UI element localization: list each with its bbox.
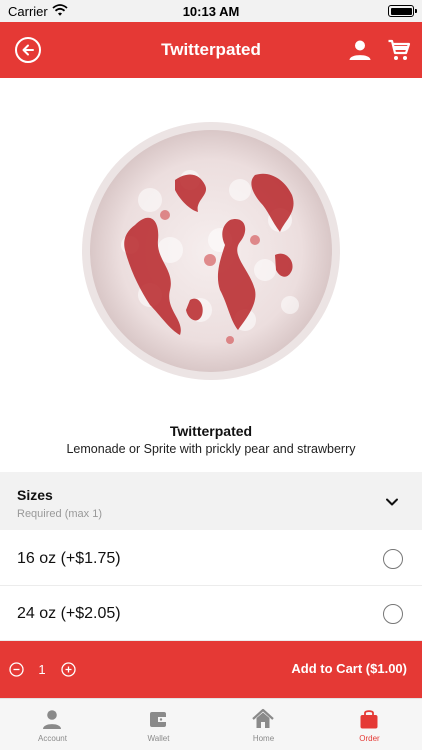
product-image bbox=[0, 78, 422, 423]
user-icon bbox=[349, 40, 371, 60]
cart-button[interactable] bbox=[387, 38, 411, 62]
clock: 10:13 AM bbox=[182, 4, 240, 19]
tab-bar: Account Wallet Home Order bbox=[0, 698, 422, 750]
bag-icon bbox=[360, 710, 378, 729]
size-option-label: 16 oz (+$1.75) bbox=[17, 550, 121, 567]
product-name: Twitterpated bbox=[169, 423, 253, 439]
home-icon bbox=[252, 708, 274, 728]
size-option-label: 24 oz (+$2.05) bbox=[17, 605, 121, 622]
size-radio[interactable] bbox=[383, 604, 403, 624]
sizes-label: Sizes bbox=[17, 487, 53, 503]
person-icon bbox=[43, 710, 61, 729]
wallet-icon bbox=[150, 712, 166, 727]
plus-icon[interactable] bbox=[61, 662, 76, 677]
app-header: Twitterpated bbox=[0, 22, 422, 78]
add-to-cart-button[interactable]: Add to Cart ($1.00) bbox=[291, 661, 407, 676]
status-bar: Carrier 10:13 AM bbox=[0, 0, 422, 22]
tab-label: Order bbox=[359, 734, 380, 743]
tab-wallet[interactable]: Wallet bbox=[106, 699, 211, 750]
battery-icon bbox=[388, 5, 417, 17]
cart-icon bbox=[388, 39, 411, 60]
tab-label: Wallet bbox=[147, 734, 170, 743]
sizes-requirement: Required (max 1) bbox=[17, 508, 102, 520]
cart-bar: 1 Add to Cart ($1.00) bbox=[0, 641, 422, 698]
tab-account[interactable]: Account bbox=[0, 699, 105, 750]
product-description: Lemonade or Sprite with prickly pear and… bbox=[66, 442, 356, 456]
tab-home[interactable]: Home bbox=[211, 699, 316, 750]
size-option-16oz[interactable]: 16 oz (+$1.75) bbox=[0, 531, 422, 586]
tab-label: Account bbox=[38, 734, 67, 743]
product-page: Carrier 10:13 AM Twitterpated Twitterpat… bbox=[0, 0, 422, 750]
profile-button[interactable] bbox=[348, 38, 372, 62]
tab-order[interactable]: Order bbox=[317, 699, 422, 750]
minus-icon[interactable] bbox=[9, 662, 24, 677]
tab-label: Home bbox=[252, 734, 275, 743]
drink-photo bbox=[82, 121, 340, 380]
quantity-value: 1 bbox=[38, 662, 46, 677]
size-radio[interactable] bbox=[383, 549, 403, 569]
chevron-down-icon[interactable] bbox=[384, 494, 400, 510]
sizes-section-header[interactable]: Sizes Required (max 1) bbox=[0, 472, 422, 530]
size-option-24oz[interactable]: 24 oz (+$2.05) bbox=[0, 586, 422, 641]
